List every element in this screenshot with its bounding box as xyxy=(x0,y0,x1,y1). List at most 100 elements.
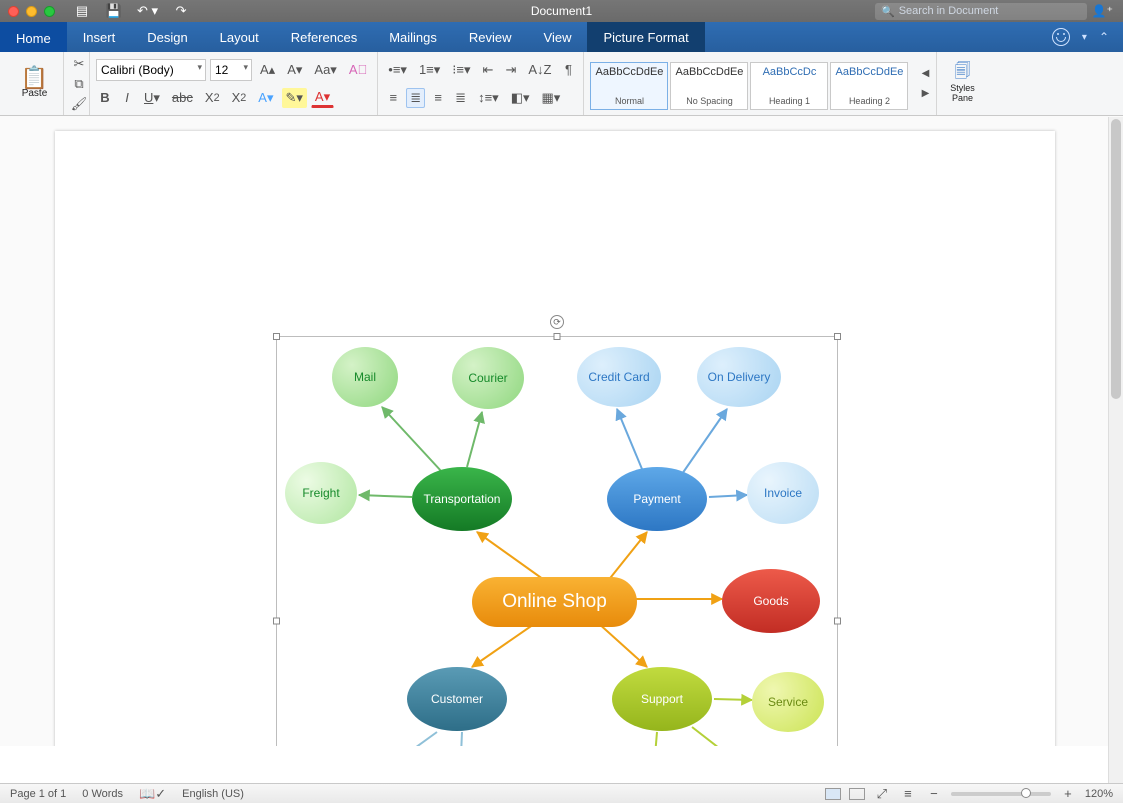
dec-indent-icon[interactable]: ⇤ xyxy=(479,60,498,80)
redo-icon[interactable]: ↷ xyxy=(172,1,190,21)
picture-selection[interactable]: ⟳ xyxy=(276,336,838,746)
quick-access: ▤ 💾 ↶ ▾ ↷ xyxy=(73,1,190,21)
styles-pane-group: 🗐 Styles Pane xyxy=(937,52,987,115)
show-marks-icon[interactable]: ¶ xyxy=(559,60,577,80)
copy-icon[interactable]: ⧉ xyxy=(70,74,88,94)
mindmap-node-customer: Customer xyxy=(407,667,507,731)
mindmap-node-mail: Mail xyxy=(332,347,398,407)
shading-icon[interactable]: ◧▾ xyxy=(507,88,534,108)
zoom-in-icon[interactable]: + xyxy=(1059,784,1077,804)
align-center-icon[interactable]: ≣ xyxy=(406,88,425,108)
zoom-slider[interactable] xyxy=(951,792,1051,796)
styles-pane-icon[interactable]: 🗐 xyxy=(953,64,971,84)
mindmap-node-inv: Invoice xyxy=(747,462,819,524)
mindmap-node-od: On Delivery xyxy=(697,347,781,407)
change-case-icon[interactable]: Aa▾ xyxy=(310,60,340,80)
bullets-icon[interactable]: •≡▾ xyxy=(384,60,411,80)
tab-design[interactable]: Design xyxy=(131,22,203,52)
sort-icon[interactable]: A↓Z xyxy=(524,60,555,80)
paragraph-group: •≡▾ 1≡▾ ⁝≡▾ ⇤ ⇥ A↓Z ¶ ≡ ≣ ≡ ≣ ↕≡▾ ◧▾ ▦▾ xyxy=(378,52,584,115)
style-swatch[interactable]: AaBbCcDdEeHeading 2 xyxy=(830,62,908,110)
tab-home[interactable]: Home xyxy=(0,22,67,52)
title-bar: ▤ 💾 ↶ ▾ ↷ Document1 🔍 Search in Document… xyxy=(0,0,1123,22)
zoom-out-icon[interactable]: − xyxy=(925,784,943,804)
paste-icon[interactable]: 📋 xyxy=(21,68,48,88)
share-icon[interactable]: 👤⁺ xyxy=(1092,4,1113,18)
font-name-select[interactable]: Calibri (Body) xyxy=(96,59,206,81)
clipboard-group: 📋 Paste xyxy=(6,52,64,115)
document-canvas[interactable]: ⟳ xyxy=(0,116,1123,746)
styles-prev-icon[interactable]: ◀ xyxy=(916,64,934,84)
shrink-font-icon[interactable]: A▾ xyxy=(283,60,306,80)
feedback-chevron-icon[interactable]: ▾ xyxy=(1082,32,1087,43)
align-right-icon[interactable]: ≡ xyxy=(429,88,447,108)
mindmap-node-service: Service xyxy=(752,672,824,732)
tab-view[interactable]: View xyxy=(528,22,588,52)
superscript-icon[interactable]: X2 xyxy=(228,88,251,108)
bold-icon[interactable]: B xyxy=(96,88,114,108)
word-count[interactable]: 0 Words xyxy=(82,788,123,800)
clear-format-icon[interactable]: A⃠ xyxy=(345,60,371,80)
minimize-window-icon[interactable] xyxy=(26,6,37,17)
line-spacing-icon[interactable]: ↕≡▾ xyxy=(474,88,503,108)
zoom-slider-thumb[interactable] xyxy=(1021,788,1031,798)
web-layout-icon[interactable] xyxy=(849,788,865,800)
borders-icon[interactable]: ▦▾ xyxy=(538,88,565,108)
clipboard-tools: ✂ ⧉ 🖌 xyxy=(64,52,90,115)
inc-indent-icon[interactable]: ⇥ xyxy=(501,60,520,80)
focus-mode-icon[interactable]: ⤢ xyxy=(873,784,891,804)
mindmap-diagram: Online Shop TransportationMail Courier Fre… xyxy=(277,337,837,746)
scrollbar-thumb[interactable] xyxy=(1111,119,1121,399)
grow-font-icon[interactable]: A▴ xyxy=(256,60,279,80)
close-window-icon[interactable] xyxy=(8,6,19,17)
print-layout-icon[interactable] xyxy=(825,788,841,800)
justify-icon[interactable]: ≣ xyxy=(451,88,470,108)
strike-icon[interactable]: abc xyxy=(168,88,197,108)
styles-next-icon[interactable]: ▶ xyxy=(916,84,934,104)
ribbon: 📋 Paste ✂ ⧉ 🖌 Calibri (Body) 12 A▴ A▾ Aa… xyxy=(0,52,1123,116)
spellcheck-icon[interactable]: 📖✓ xyxy=(139,784,166,804)
zoom-level[interactable]: 120% xyxy=(1085,788,1113,800)
mindmap-node-transport: Transportation xyxy=(412,467,512,531)
collapse-ribbon-icon[interactable]: ⌃ xyxy=(1099,30,1109,44)
styles-group: AaBbCcDdEeNormalAaBbCcDdEeNo SpacingAaBb… xyxy=(584,52,914,115)
tab-references[interactable]: References xyxy=(275,22,373,52)
styles-pane-label: Styles Pane xyxy=(943,84,981,104)
rotate-handle-icon[interactable]: ⟳ xyxy=(550,315,564,329)
vertical-scrollbar[interactable] xyxy=(1108,117,1123,783)
mindmap-node-courier: Courier xyxy=(452,347,524,409)
save-icon[interactable]: 💾 xyxy=(105,1,123,21)
tab-review[interactable]: Review xyxy=(453,22,528,52)
cut-icon[interactable]: ✂ xyxy=(70,54,88,74)
paste-label: Paste xyxy=(22,88,48,99)
font-color-icon[interactable]: A▾ xyxy=(311,88,334,108)
numbering-icon[interactable]: 1≡▾ xyxy=(415,60,444,80)
feedback-icon[interactable] xyxy=(1052,28,1070,46)
style-swatch[interactable]: AaBbCcDdEeNormal xyxy=(590,62,668,110)
mindmap-center: Online Shop xyxy=(472,577,637,627)
search-box[interactable]: 🔍 Search in Document xyxy=(875,3,1087,20)
format-painter-icon[interactable]: 🖌 xyxy=(70,94,88,114)
page-indicator[interactable]: Page 1 of 1 xyxy=(10,788,66,800)
style-swatch[interactable]: AaBbCcDcHeading 1 xyxy=(750,62,828,110)
text-effects-icon[interactable]: A▾ xyxy=(254,88,277,108)
italic-icon[interactable]: I xyxy=(118,88,136,108)
tab-picture-format[interactable]: Picture Format xyxy=(587,22,704,52)
language-indicator[interactable]: English (US) xyxy=(182,788,244,800)
tab-insert[interactable]: Insert xyxy=(67,22,132,52)
style-swatch[interactable]: AaBbCcDdEeNo Spacing xyxy=(670,62,748,110)
autosave-icon[interactable]: ▤ xyxy=(73,1,91,21)
outline-view-icon[interactable]: ≡ xyxy=(899,784,917,804)
highlight-icon[interactable]: ✎▾ xyxy=(282,88,307,108)
multilevel-icon[interactable]: ⁝≡▾ xyxy=(448,60,474,80)
align-left-icon[interactable]: ≡ xyxy=(384,88,402,108)
zoom-window-icon[interactable] xyxy=(44,6,55,17)
subscript-icon[interactable]: X2 xyxy=(201,88,224,108)
undo-icon[interactable]: ↶ ▾ xyxy=(137,1,158,21)
tab-layout[interactable]: Layout xyxy=(204,22,275,52)
mindmap-node-freight: Freight xyxy=(285,462,357,524)
underline-icon[interactable]: U▾ xyxy=(140,88,164,108)
ribbon-tabs: Home Insert Design Layout References Mai… xyxy=(0,22,1123,52)
font-size-select[interactable]: 12 xyxy=(210,59,252,81)
tab-mailings[interactable]: Mailings xyxy=(373,22,453,52)
